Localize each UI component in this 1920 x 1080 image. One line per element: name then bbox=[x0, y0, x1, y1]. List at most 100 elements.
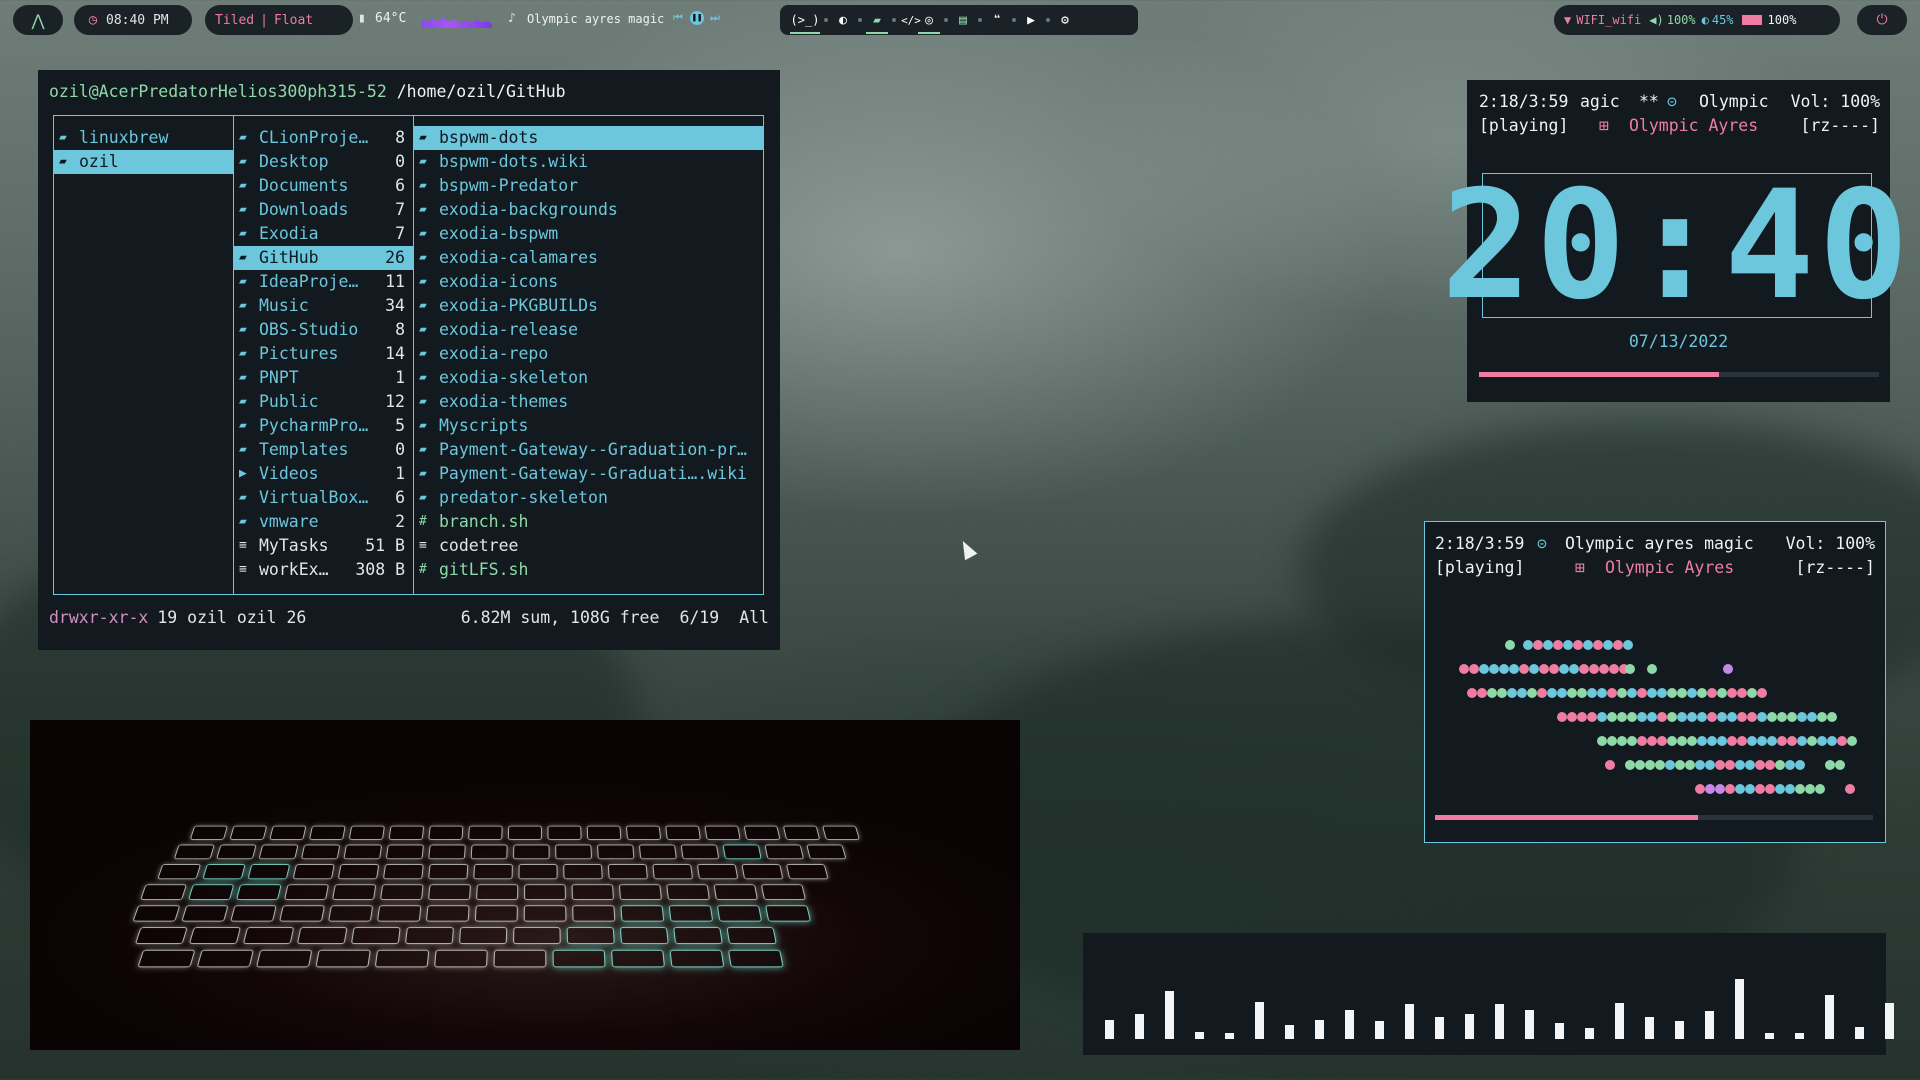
spectrum-dot bbox=[1625, 760, 1635, 770]
file-row[interactable]: ▰ GitHub 26 bbox=[234, 246, 413, 270]
spectrum-dot bbox=[1609, 664, 1619, 674]
keyboard-key bbox=[216, 844, 257, 860]
file-row[interactable]: ▰ PNPT 1 bbox=[234, 366, 413, 390]
file-row[interactable]: ≡ MyTasks 51 B bbox=[234, 534, 413, 558]
file-row[interactable]: ▰ exodia-icons bbox=[414, 270, 763, 294]
folder-icon: ▰ bbox=[419, 226, 427, 241]
backlit-keyboard-image bbox=[110, 825, 971, 986]
layout-tiled[interactable]: Tiled bbox=[215, 13, 254, 28]
folder-icon: ▰ bbox=[239, 418, 247, 433]
file-row[interactable]: ▰ exodia-skeleton bbox=[414, 366, 763, 390]
spectrum-dot bbox=[1665, 760, 1675, 770]
chat-icon[interactable]: ❝ bbox=[988, 11, 1006, 29]
file-count: 5 bbox=[395, 416, 405, 435]
folder-icon[interactable]: ▰ bbox=[866, 11, 888, 34]
spectrum-dot bbox=[1705, 784, 1715, 794]
file-row[interactable]: ▰ Downloads 7 bbox=[234, 198, 413, 222]
file-row[interactable]: ▰ exodia-bspwm bbox=[414, 222, 763, 246]
pause-icon[interactable]: ❚❚ bbox=[690, 11, 704, 25]
settings-gear-icon[interactable]: ⚙ bbox=[1056, 11, 1074, 29]
now-playing[interactable]: Olympic ayres magic bbox=[527, 12, 664, 26]
file-row[interactable]: ▰ bspwm-dots bbox=[414, 126, 763, 150]
file-row[interactable]: ▰ Payment-Gateway--Graduation-pr… bbox=[414, 438, 763, 462]
file-row[interactable]: # branch.sh bbox=[414, 510, 763, 534]
file-row[interactable]: ▰ linuxbrew bbox=[54, 126, 233, 150]
file-name: Exodia bbox=[259, 224, 319, 243]
volume-level[interactable]: 100% bbox=[1667, 13, 1696, 27]
owner-info: 19 ozil ozil 26 bbox=[157, 608, 307, 627]
file-row[interactable]: ▰ exodia-repo bbox=[414, 342, 763, 366]
file-row[interactable]: ▰ Public 12 bbox=[234, 390, 413, 414]
file-row[interactable]: ▰ Desktop 0 bbox=[234, 150, 413, 174]
file-row[interactable]: ▰ exodia-calamares bbox=[414, 246, 763, 270]
song-progress[interactable] bbox=[1479, 372, 1879, 377]
keyboard-key bbox=[572, 905, 616, 922]
folder-icon: ▰ bbox=[239, 154, 247, 169]
keyboard-key bbox=[140, 884, 187, 900]
file-name: predator-skeleton bbox=[439, 488, 608, 507]
file-row[interactable]: ▰ Myscripts bbox=[414, 414, 763, 438]
file-row[interactable]: ▰ exodia-PKGBUILDs bbox=[414, 294, 763, 318]
prev-track-icon[interactable]: ⏮ bbox=[673, 11, 683, 25]
file-name: OBS-Studio bbox=[259, 320, 359, 339]
power-button[interactable]: ⏻ bbox=[1857, 5, 1907, 35]
brightness-level[interactable]: 45% bbox=[1712, 13, 1734, 27]
file-row[interactable]: ≡ codetree bbox=[414, 534, 763, 558]
visualizer-bar bbox=[1885, 1003, 1894, 1039]
file-row[interactable]: # gitLFS.sh bbox=[414, 558, 763, 582]
file-row[interactable]: ▰ VirtualBox… 6 bbox=[234, 486, 413, 510]
file-row[interactable]: ▰ PycharmPro… 5 bbox=[234, 414, 413, 438]
file-row[interactable]: ▰ bspwm-Predator bbox=[414, 174, 763, 198]
wifi-name[interactable]: WIFI_wifi bbox=[1576, 13, 1641, 27]
code-icon[interactable]: </> bbox=[901, 11, 921, 29]
file-row[interactable]: ▰ exodia-release bbox=[414, 318, 763, 342]
spectrum-dot bbox=[1717, 736, 1727, 746]
file-row[interactable]: ▰ exodia-backgrounds bbox=[414, 198, 763, 222]
spectrum-dot bbox=[1727, 688, 1737, 698]
file-row[interactable]: ▰ Exodia 7 bbox=[234, 222, 413, 246]
file-icon: ≡ bbox=[419, 538, 427, 553]
folder-icon: ▰ bbox=[239, 490, 247, 505]
file-row[interactable]: ▰ Payment-Gateway--Graduati….wiki bbox=[414, 462, 763, 486]
spectrum-dot bbox=[1505, 640, 1515, 650]
file-row[interactable]: ▰ exodia-themes bbox=[414, 390, 763, 414]
music-note-icon: ♪ bbox=[508, 11, 516, 26]
layout-float[interactable]: Float bbox=[274, 13, 313, 28]
file-name: Downloads bbox=[259, 200, 349, 219]
keyboard-key bbox=[428, 825, 464, 840]
file-row[interactable]: ▰ Documents 6 bbox=[234, 174, 413, 198]
file-row[interactable]: ▰ ozil bbox=[54, 150, 233, 174]
keyboard-key bbox=[468, 825, 503, 840]
github-icon[interactable]: ◎ bbox=[918, 11, 940, 34]
file-row[interactable]: ▰ OBS-Studio 8 bbox=[234, 318, 413, 342]
spectrum-dot bbox=[1657, 736, 1667, 746]
brightness-icon: ◐ bbox=[1701, 13, 1709, 27]
song-progress-2[interactable] bbox=[1435, 815, 1873, 820]
workspace-launcher-pill: (>_) ◐ ▰ </> ◎ ▤ ❝ ▶ ⚙ bbox=[780, 5, 1138, 35]
spectrum-dot bbox=[1587, 688, 1597, 698]
file-row[interactable]: ▰ Music 34 bbox=[234, 294, 413, 318]
spectrum-dot bbox=[1767, 736, 1777, 746]
spectrum-dot bbox=[1507, 688, 1517, 698]
firefox-icon[interactable]: ◐ bbox=[834, 11, 852, 29]
file-row[interactable]: ≡ workEx… 308 B bbox=[234, 558, 413, 582]
file-name: CLionProje… bbox=[259, 128, 369, 147]
file-row[interactable]: ▰ Pictures 14 bbox=[234, 342, 413, 366]
file-row[interactable]: ▰ CLionProje… 8 bbox=[234, 126, 413, 150]
battery-icon bbox=[1741, 15, 1762, 25]
launcher-button[interactable]: ⋀ bbox=[13, 5, 63, 35]
file-row[interactable]: ▰ IdeaProje… 11 bbox=[234, 270, 413, 294]
youtube-icon[interactable]: ▶ bbox=[1022, 11, 1040, 29]
clock-pill[interactable]: ◷ 08:40 PM bbox=[74, 5, 192, 35]
keyboard-key bbox=[284, 884, 329, 900]
file-row[interactable]: ▰ predator-skeleton bbox=[414, 486, 763, 510]
keyboard-key bbox=[726, 927, 777, 945]
terminal-icon[interactable]: (>_) bbox=[790, 11, 820, 34]
next-track-icon[interactable]: ⏭ bbox=[710, 11, 720, 25]
file-row[interactable]: ▰ bspwm-dots.wiki bbox=[414, 150, 763, 174]
file-manager-window[interactable]: ozil@AcerPredatorHelios300ph315-52 /home… bbox=[38, 70, 780, 650]
notes-icon[interactable]: ▤ bbox=[954, 11, 972, 29]
file-row[interactable]: ▰ vmware 2 bbox=[234, 510, 413, 534]
file-row[interactable]: ▰ Templates 0 bbox=[234, 438, 413, 462]
file-row[interactable]: ▶ Videos 1 bbox=[234, 462, 413, 486]
